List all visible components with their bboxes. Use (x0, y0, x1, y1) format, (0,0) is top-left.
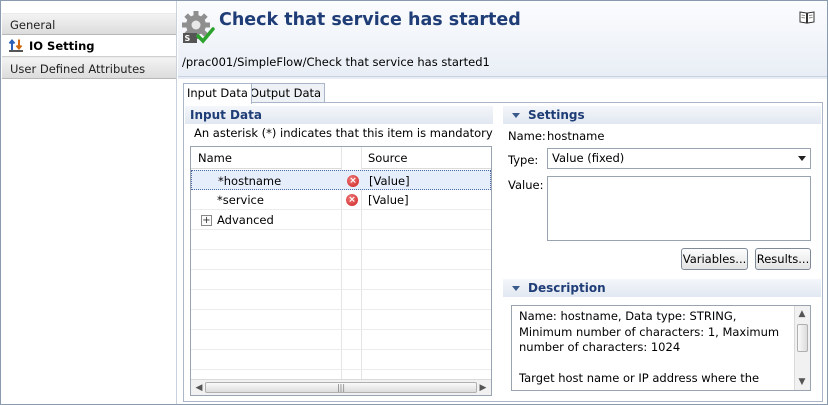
row-line (191, 289, 491, 290)
value-textarea[interactable] (547, 176, 811, 241)
left-nav: General IO Setting User Defined Attribut… (1, 1, 177, 404)
type-label: Type: (508, 153, 539, 167)
io-setting-icon (8, 37, 24, 53)
nav-item-label: IO Setting (29, 39, 95, 53)
row-name: *hostname (218, 174, 282, 188)
nav-item-label: General (10, 18, 56, 32)
column-label: Name (198, 151, 232, 165)
chevron-down-icon (798, 156, 806, 161)
description-heading[interactable]: Description (503, 279, 821, 297)
row-source: [Value] (369, 174, 410, 188)
book-icon[interactable] (799, 10, 815, 24)
collapse-triangle-icon (512, 112, 520, 118)
scroll-thumb[interactable]: ||| (205, 382, 477, 393)
vertical-scrollbar[interactable]: ▲ ▼ (794, 306, 810, 390)
results-button[interactable]: Results... (755, 248, 811, 270)
column-header-source[interactable]: Source (361, 147, 491, 169)
table-row[interactable]: *service × [Value] (191, 190, 491, 210)
tab-output-data[interactable]: Output Data (246, 83, 326, 103)
nav-item-user-defined-attributes[interactable]: User Defined Attributes (2, 57, 176, 79)
row-line (191, 269, 491, 270)
scroll-down-icon[interactable]: ▼ (796, 376, 808, 388)
row-source: [Value] (368, 193, 409, 207)
svg-text:S: S (185, 34, 191, 43)
description-paragraph: Target host name or IP address where the (519, 370, 760, 385)
column-header-name[interactable]: Name (191, 147, 341, 169)
gear-check-icon: S (181, 9, 215, 45)
variables-button[interactable]: Variables... (681, 248, 748, 270)
row-line (191, 309, 491, 310)
row-name: Advanced (217, 213, 274, 227)
value-label: Value: (508, 178, 544, 192)
column-label: Source (368, 151, 408, 165)
breadcrumb-path: /prac001/SimpleFlow/Check that service h… (182, 55, 490, 69)
tab-label: Input Data (187, 86, 248, 100)
scroll-left-icon[interactable]: ◀ (193, 382, 205, 394)
collapse-triangle-icon (512, 285, 520, 291)
scroll-thumb[interactable] (797, 324, 808, 352)
section-title: Settings (528, 108, 585, 122)
nav-item-label: User Defined Attributes (10, 62, 146, 76)
header-divider (178, 76, 827, 77)
row-line (191, 349, 491, 350)
mandatory-note: An asterisk (*) indicates that this item… (194, 126, 493, 140)
tab-label: Output Data (250, 86, 322, 100)
row-line (191, 369, 491, 370)
tab-input-data[interactable]: Input Data (183, 83, 252, 104)
input-data-table: Name Source *hostname × [Value] *service… (190, 146, 492, 396)
description-paragraph: Name: hostname, Data type: STRING, Minim… (519, 309, 780, 354)
settings-heading[interactable]: Settings (503, 106, 821, 124)
nav-item-general[interactable]: General (2, 13, 176, 35)
row-line (191, 249, 491, 250)
type-selected-value: Value (fixed) (552, 151, 625, 165)
name-label: Name: (508, 129, 546, 143)
nav-item-io-setting[interactable]: IO Setting (2, 35, 176, 57)
scroll-up-icon[interactable]: ▲ (796, 308, 808, 320)
type-select[interactable]: Value (fixed) (547, 148, 811, 169)
description-text: Name: hostname, Data type: STRING, Minim… (519, 309, 787, 386)
error-icon: × (347, 175, 359, 187)
window: General IO Setting User Defined Attribut… (0, 0, 828, 405)
page-title: Check that service has started (219, 10, 521, 30)
table-row[interactable]: + Advanced (191, 210, 491, 230)
scroll-right-icon[interactable]: ▶ (477, 382, 489, 394)
name-value: hostname (547, 129, 605, 143)
expand-icon[interactable]: + (201, 215, 212, 226)
table-row[interactable]: *hostname × [Value] (191, 170, 491, 190)
row-name: *service (217, 193, 264, 207)
error-icon: × (346, 194, 358, 206)
horizontal-scrollbar[interactable]: ◀ ||| ▶ (191, 379, 491, 395)
description-box: Name: hostname, Data type: STRING, Minim… (511, 305, 811, 391)
section-title: Description (528, 281, 606, 295)
input-data-heading: Input Data (185, 106, 493, 124)
row-line (191, 329, 491, 330)
section-title: Input Data (190, 108, 262, 122)
